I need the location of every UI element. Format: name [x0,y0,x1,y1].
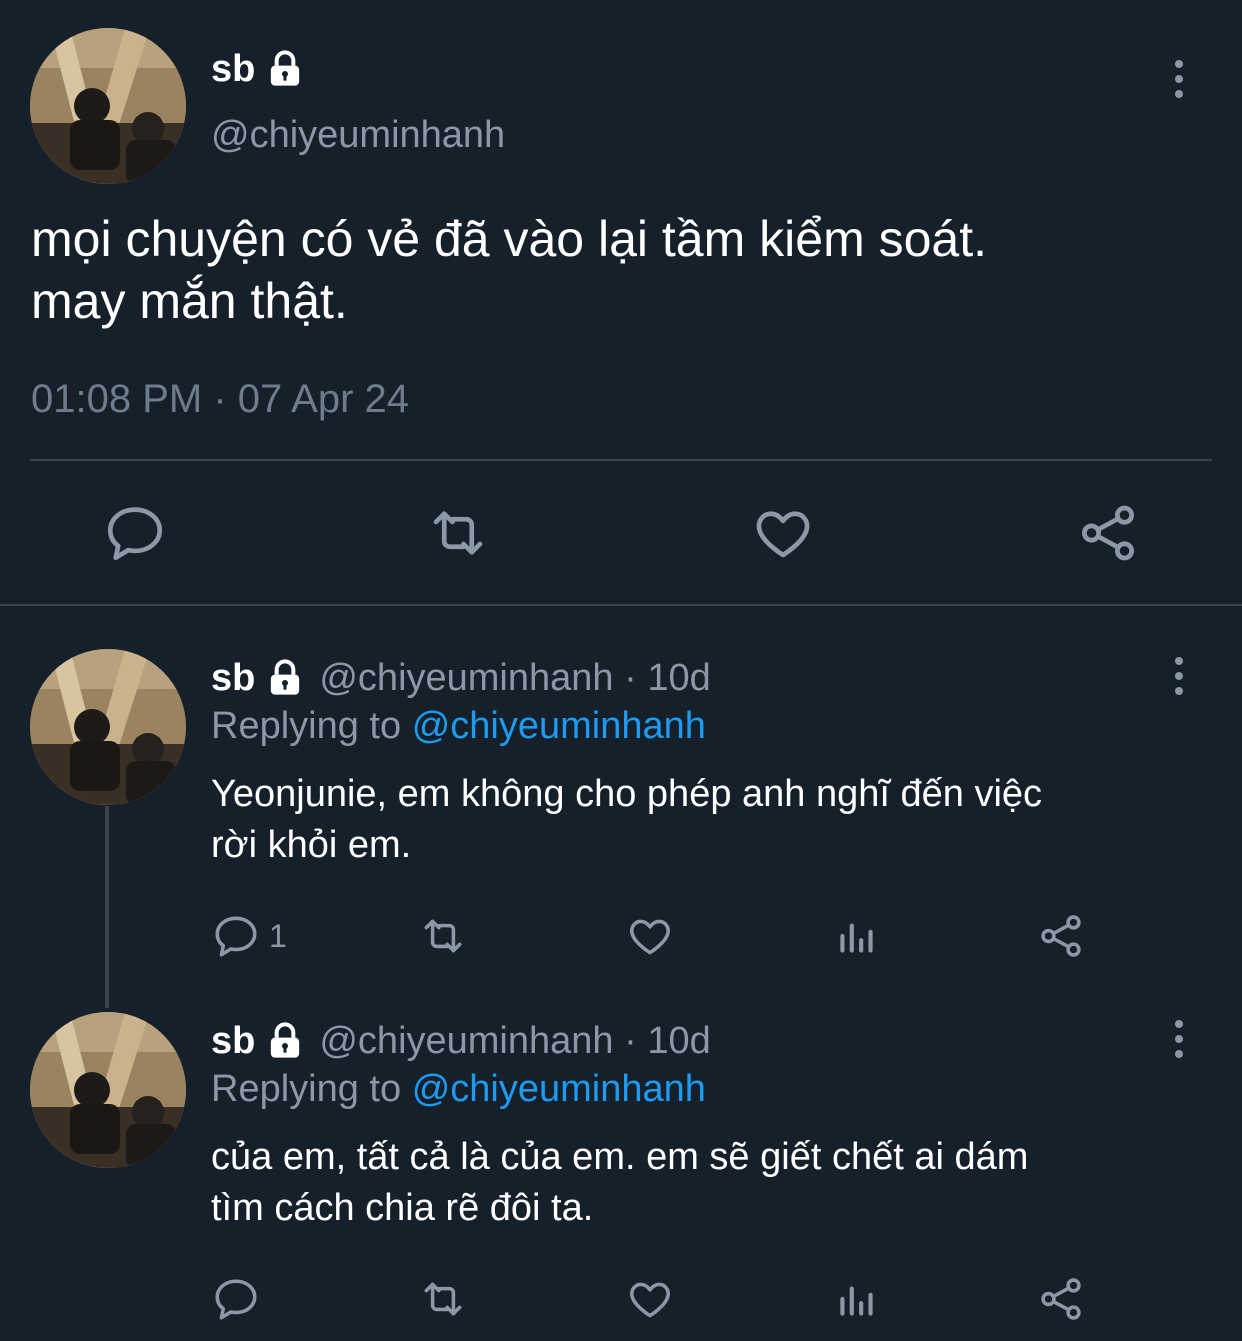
tweet-action-bar [0,500,1242,566]
avatar[interactable] [30,649,186,805]
tweet-text-line: của em, tất cả là của em. em sẽ giết chế… [211,1136,1029,1178]
lock-icon [265,1021,305,1061]
retweet-icon[interactable] [425,500,491,566]
display-name[interactable]: sb [211,655,255,701]
reply-tweet: sb @chiyeuminhanh · 10d Replying to @chi… [0,649,1242,989]
like-icon[interactable] [750,500,816,566]
handle[interactable]: @chiyeuminhanh [211,112,505,158]
reply-count: 1 [269,917,287,954]
tweet-text-line: mọi chuyện có vẻ đã vào lại tầm kiểm soá… [31,211,988,267]
tweet-text-line: tìm cách chia rẽ đôi ta. [211,1187,594,1229]
tweet-text-line: rời khỏi em. [211,824,412,866]
tweet-action-bar: 1 [0,911,1242,961]
like-icon[interactable] [624,911,676,961]
mention-link[interactable]: @chiyeuminhanh [412,705,706,747]
reply-icon[interactable] [102,500,168,566]
tweet-action-bar [0,1274,1242,1324]
replying-to: Replying to @chiyeuminhanh [211,703,706,749]
share-icon[interactable] [1075,500,1141,566]
replying-to: Replying to @chiyeuminhanh [211,1066,706,1112]
handle-and-time[interactable]: @chiyeuminhanh · 10d [319,655,710,701]
avatar-photo [30,28,186,184]
reply-button[interactable] [211,1274,269,1324]
handle-and-time[interactable]: @chiyeuminhanh · 10d [319,1018,710,1064]
replying-to-label: Replying to [211,1068,402,1110]
retweet-icon[interactable] [416,911,470,961]
more-options-icon[interactable] [1175,60,1183,98]
avatar-photo [30,1012,186,1168]
like-icon[interactable] [624,1274,676,1324]
tweet-text: mọi chuyện có vẻ đã vào lại tầm kiểm soá… [31,208,1211,332]
more-options-icon[interactable] [1175,657,1183,695]
avatar[interactable] [30,1012,186,1168]
reply-icon [215,1279,257,1320]
tweet-timestamp[interactable]: 01:08 PM · 07 Apr 24 [31,374,409,424]
display-name-row: sb [211,46,305,92]
divider [30,459,1212,461]
tweet-text: Yeonjunie, em không cho phép anh nghĩ đế… [211,769,1201,871]
tweet-text-line: Yeonjunie, em không cho phép anh nghĩ đế… [211,773,1043,815]
retweet-icon[interactable] [416,1274,470,1324]
avatar[interactable] [30,28,186,184]
reply-button[interactable]: 1 [211,911,287,961]
tweet-detail-screen: sb @chiyeuminhanh mọi chuyện có vẻ đã và… [0,0,1242,1341]
share-icon[interactable] [1036,911,1086,961]
display-name[interactable]: sb [211,1018,255,1064]
reply-tweet: sb @chiyeuminhanh · 10d Replying to @chi… [0,1012,1242,1341]
reply-icon [215,916,257,957]
tweet-text: của em, tất cả là của em. em sẽ giết chế… [211,1132,1201,1234]
divider [0,604,1242,606]
analytics-icon[interactable] [832,1274,882,1324]
lock-icon [265,658,305,698]
more-options-icon[interactable] [1175,1020,1183,1058]
reply-header: sb @chiyeuminhanh · 10d [211,1018,711,1064]
avatar-photo [30,649,186,805]
replying-to-label: Replying to [211,705,402,747]
display-name[interactable]: sb [211,46,255,92]
analytics-icon[interactable] [832,911,882,961]
lock-icon [265,49,305,89]
mention-link[interactable]: @chiyeuminhanh [412,1068,706,1110]
reply-header: sb @chiyeuminhanh · 10d [211,655,711,701]
share-icon[interactable] [1036,1274,1086,1324]
tweet-text-line: may mắn thật. [31,273,348,329]
